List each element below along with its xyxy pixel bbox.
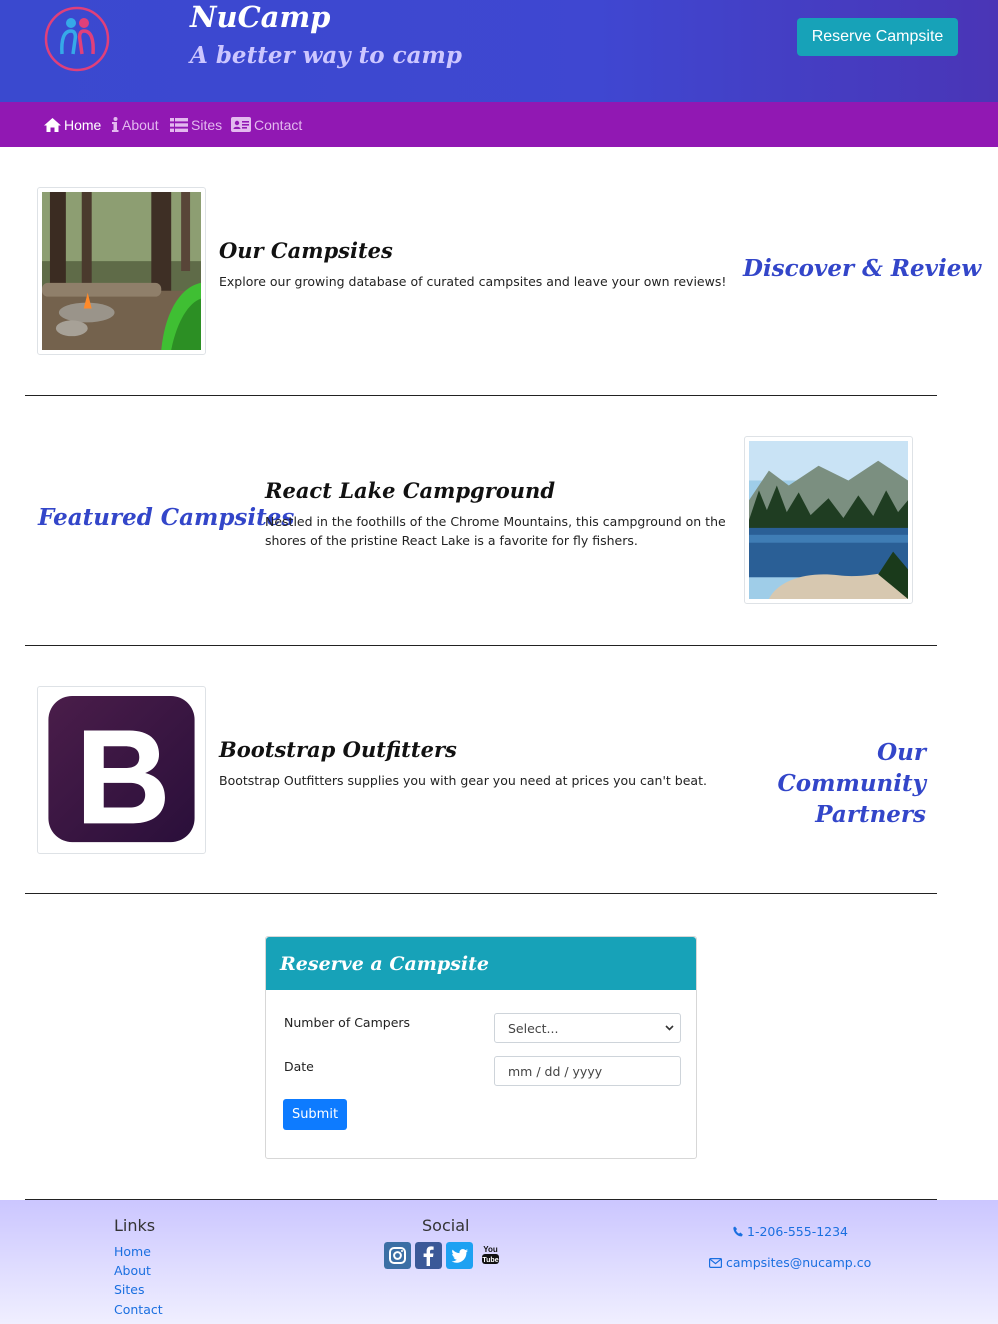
tagline: A better way to camp — [190, 42, 462, 69]
side-heading: Featured Campsites — [38, 504, 295, 531]
links-heading: Links — [114, 1216, 156, 1235]
footer-link-contact[interactable]: Contact — [114, 1302, 163, 1317]
campsite-image — [37, 187, 206, 355]
nav-item-label: About — [122, 116, 159, 133]
campers-label: Number of Campers — [284, 1015, 411, 1030]
footer-link-about[interactable]: About — [114, 1263, 151, 1278]
footer-link-sites[interactable]: Sites — [114, 1282, 145, 1297]
email-address: campsites@nucamp.co — [726, 1255, 872, 1270]
campers-select-value: Select... — [508, 1020, 559, 1036]
chevron-down-icon — [665, 1025, 674, 1031]
nav-item-label: Sites — [191, 116, 223, 133]
nav-item-label: Contact — [254, 116, 303, 133]
email-link[interactable]: campsites@nucamp.co — [709, 1255, 871, 1270]
nav-item-sites[interactable]: Sites — [170, 102, 222, 147]
envelope-icon — [709, 1257, 722, 1268]
side-heading: Our Community Partners — [760, 737, 927, 830]
nucamp-logo-icon — [44, 6, 110, 72]
header-jumbotron: NuCamp A better way to camp Reserve Camp… — [0, 0, 998, 102]
brand-title: NuCamp — [190, 0, 331, 34]
campsite-photo — [42, 192, 201, 350]
section-divider — [25, 395, 937, 396]
list-icon — [170, 117, 188, 132]
section-divider — [25, 645, 937, 646]
lake-image — [744, 436, 913, 604]
twitter-icon[interactable] — [446, 1242, 473, 1269]
date-input[interactable]: mm / dd / yyyy — [494, 1056, 681, 1086]
submit-button[interactable]: Submit — [283, 1099, 347, 1130]
card-title: Reserve a Campsite — [266, 937, 696, 990]
side-heading-line: Our Community — [777, 739, 927, 797]
phone-number: 1-206-555-1234 — [747, 1224, 849, 1239]
row-title: React Lake Campground — [265, 478, 556, 503]
bootstrap-logo-icon — [48, 695, 195, 843]
youtube-icon[interactable]: You Tube — [477, 1242, 504, 1269]
row-text: Bootstrap Outfitters supplies you with g… — [219, 773, 707, 788]
footer-link-home[interactable]: Home — [114, 1244, 151, 1259]
address-card-icon — [231, 117, 251, 132]
row-text: Nestled in the foothills of the Chrome M… — [265, 514, 726, 529]
lake-photo — [749, 441, 908, 599]
reserve-campsite-card: Reserve a Campsite Number of Campers Sel… — [265, 936, 697, 1159]
row-title: Bootstrap Outfitters — [219, 737, 457, 762]
reserve-campsite-button[interactable]: Reserve Campsite — [797, 18, 958, 56]
nav-item-home[interactable]: Home — [44, 102, 101, 147]
footer: Links Home About Sites Contact Social Yo… — [0, 1200, 998, 1324]
svg-text:Tube: Tube — [482, 1257, 498, 1264]
home-icon — [44, 117, 61, 132]
date-label: Date — [284, 1059, 314, 1074]
nav-item-label: Home — [64, 116, 102, 133]
nav-item-about[interactable]: About — [111, 102, 159, 147]
navbar: Home About Sites Contact — [0, 102, 998, 147]
row-text: Explore our growing database of curated … — [219, 274, 727, 289]
phone-icon — [733, 1226, 743, 1237]
campers-select[interactable]: Select... — [494, 1013, 681, 1043]
svg-text:You: You — [483, 1245, 498, 1254]
instagram-icon[interactable] — [384, 1242, 411, 1269]
section-divider — [25, 893, 937, 894]
side-heading: Discover & Review — [743, 255, 982, 282]
row-title: Our Campsites — [219, 238, 393, 263]
facebook-icon[interactable] — [415, 1242, 442, 1269]
side-heading-line: Partners — [815, 801, 926, 828]
partner-logo-image — [37, 686, 206, 854]
info-icon — [112, 117, 119, 132]
row-text: shores of the pristine React Lake is a f… — [265, 533, 638, 548]
social-heading: Social — [422, 1216, 470, 1235]
phone-link[interactable]: 1-206-555-1234 — [733, 1224, 848, 1239]
date-placeholder: mm / dd / yyyy — [508, 1063, 603, 1079]
nav-item-contact[interactable]: Contact — [231, 102, 302, 147]
